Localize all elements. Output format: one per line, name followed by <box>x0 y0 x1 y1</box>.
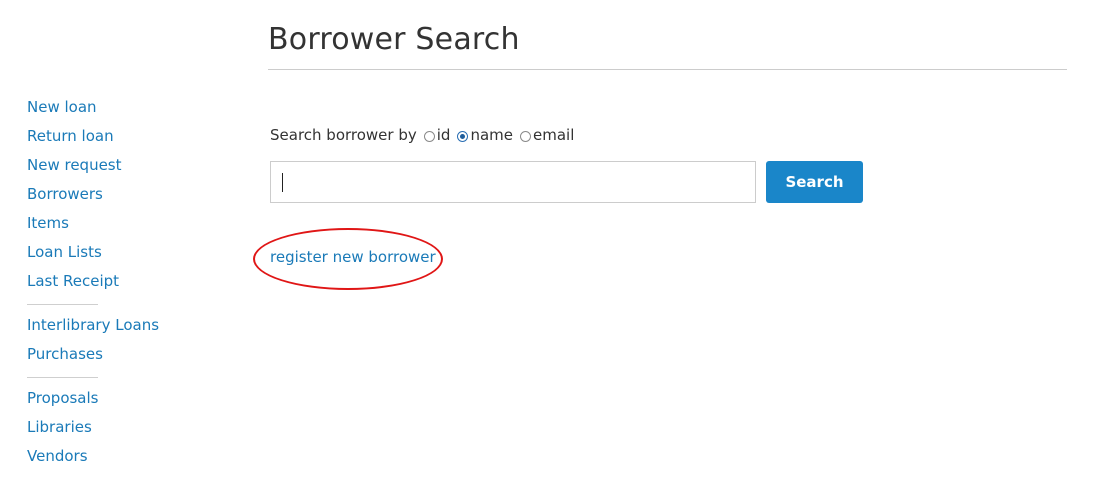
radio-name-label[interactable]: name <box>470 126 513 144</box>
sidebar-item-borrowers[interactable]: Borrowers <box>27 183 187 212</box>
search-by-row: Search borrower by id name email <box>270 126 574 144</box>
sidebar-item-purchases[interactable]: Purchases <box>27 343 187 372</box>
radio-email-label[interactable]: email <box>533 126 574 144</box>
radio-id-label[interactable]: id <box>437 126 451 144</box>
sidebar-item-libraries[interactable]: Libraries <box>27 416 187 445</box>
sidebar-divider <box>27 304 98 305</box>
title-divider <box>268 69 1067 70</box>
sidebar-divider <box>27 377 98 378</box>
sidebar-item-new-request[interactable]: New request <box>27 154 187 183</box>
search-button[interactable]: Search <box>766 161 863 203</box>
sidebar-nav: New loan Return loan New request Borrowe… <box>27 96 187 474</box>
sidebar-item-loan-lists[interactable]: Loan Lists <box>27 241 187 270</box>
sidebar-item-items[interactable]: Items <box>27 212 187 241</box>
sidebar-item-vendors[interactable]: Vendors <box>27 445 187 474</box>
search-input[interactable] <box>270 161 756 203</box>
annotation-highlight-ellipse <box>253 228 443 290</box>
sidebar-item-last-receipt[interactable]: Last Receipt <box>27 270 187 299</box>
sidebar-item-interlibrary-loans[interactable]: Interlibrary Loans <box>27 314 187 343</box>
text-caret <box>282 173 283 192</box>
page-title: Borrower Search <box>268 22 520 57</box>
radio-email[interactable] <box>520 130 531 142</box>
sidebar-item-new-loan[interactable]: New loan <box>27 96 187 125</box>
radio-id[interactable] <box>423 130 435 142</box>
search-by-label: Search borrower by <box>270 126 417 144</box>
radio-name[interactable] <box>457 130 469 142</box>
sidebar-item-return-loan[interactable]: Return loan <box>27 125 187 154</box>
sidebar-item-proposals[interactable]: Proposals <box>27 387 187 416</box>
